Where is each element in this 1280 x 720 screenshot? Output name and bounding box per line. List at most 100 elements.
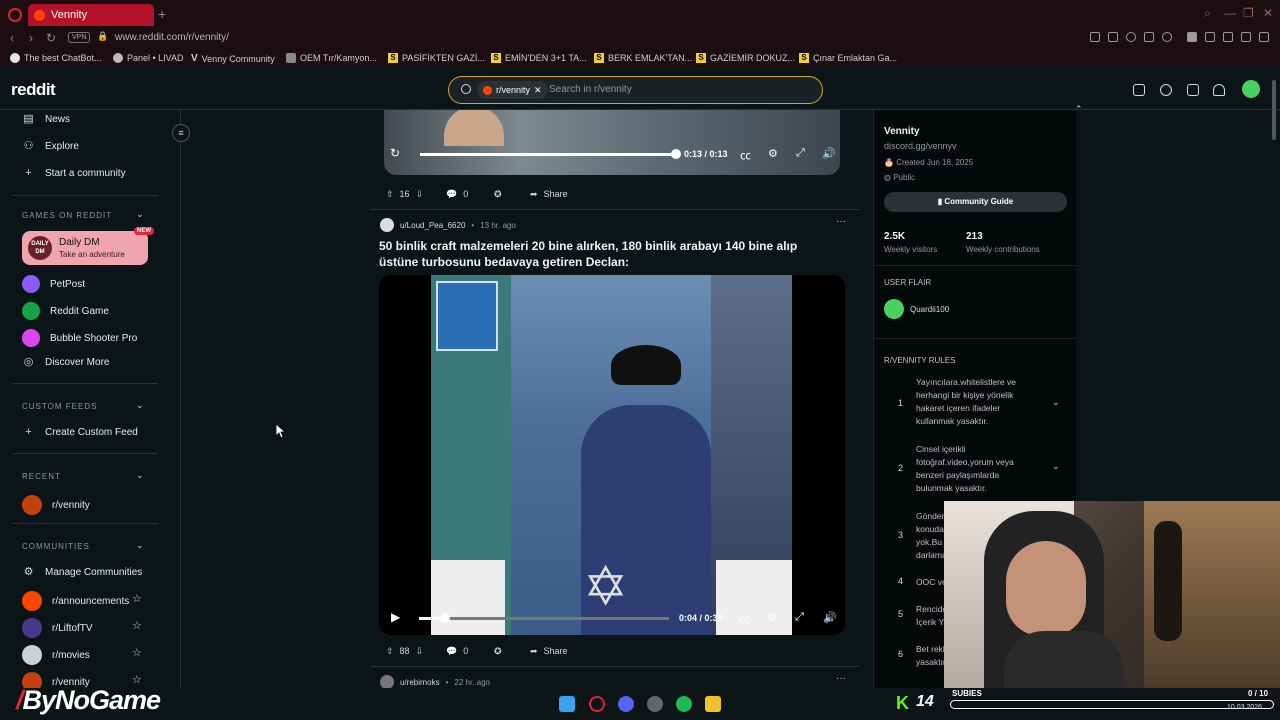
search-tabs-icon[interactable]: ⌕ [1204, 6, 1211, 21]
share-button[interactable]: ➦ Share [524, 641, 574, 661]
replay-icon[interactable]: ↻ [390, 146, 400, 160]
bookmark-item[interactable]: S EMİN'DEN 3+1 TA... [491, 53, 587, 63]
play-icon[interactable]: ▶ [391, 610, 400, 624]
fullscreen-icon[interactable]: ⤢ [796, 147, 805, 160]
share-icon[interactable] [1223, 32, 1233, 42]
chevron-down-icon[interactable]: ⌄ [136, 400, 144, 411]
lock-icon[interactable]: 🔒 [97, 31, 108, 42]
advertise-icon[interactable] [1133, 84, 1145, 96]
favorite-star-icon[interactable]: ☆ [132, 646, 142, 659]
nav-news[interactable]: ▤ News [22, 113, 70, 126]
community-movies[interactable]: r/movies [22, 645, 90, 665]
comments-button[interactable]: 💬 0 [440, 184, 474, 204]
game-reddit-game[interactable]: Reddit Game [22, 302, 109, 320]
bookmark-item[interactable]: S PASİFİKTEN GAZİ... [388, 53, 485, 63]
create-post-icon[interactable] [1187, 84, 1199, 96]
heart-icon[interactable] [1162, 32, 1172, 42]
volume-icon[interactable]: 🔊 [823, 611, 837, 624]
post-author[interactable]: u/Loud_Pea_6620 [400, 221, 465, 230]
chevron-down-icon[interactable]: ⌄ [1052, 461, 1060, 472]
award-button[interactable]: ✪ [488, 184, 508, 204]
flair-avatar[interactable] [884, 299, 904, 319]
favorite-star-icon[interactable]: ☆ [132, 592, 142, 605]
community-link[interactable]: discord.gg/vennyv [884, 141, 957, 151]
favorite-star-icon[interactable]: ☆ [132, 619, 142, 632]
collapse-sidebar-icon[interactable]: ≡ [172, 124, 190, 142]
subreddit-chip[interactable]: r/vennity ✕ [477, 81, 548, 99]
games-heading[interactable]: GAMES ON REDDIT [22, 211, 112, 220]
search-input[interactable]: Search in r/vennity [549, 84, 632, 95]
captions-icon[interactable]: ㏄ [740, 147, 751, 163]
post-author[interactable]: u/rebirnoks [400, 678, 440, 687]
daily-dm-game[interactable]: DAILY DM Daily DM Take an adventure NEW [22, 227, 154, 265]
bookmark-item[interactable]: Panel • LIVAD [113, 53, 184, 63]
bookmark-item[interactable]: S Çınar Emlaktan Ga... [799, 53, 897, 63]
page-scrollbar[interactable] [1272, 80, 1276, 140]
opera-logo-icon[interactable] [8, 8, 22, 22]
chat-icon[interactable] [1160, 84, 1172, 96]
obs-icon[interactable] [647, 696, 663, 712]
snapshot-icon[interactable] [1108, 32, 1118, 42]
menu-icon[interactable] [1259, 32, 1269, 42]
settings-icon[interactable]: ⚙ [768, 147, 778, 160]
user-flair-name[interactable]: Quardii100 [910, 305, 949, 314]
settings-icon[interactable]: ⚙ [767, 611, 777, 624]
tab-icon[interactable] [1144, 32, 1154, 42]
remove-chip-icon[interactable]: ✕ [534, 85, 542, 96]
recent-heading[interactable]: RECENT [22, 472, 61, 481]
video-player[interactable]: ↻ 0:13 / 0:13 ㏄ ⚙ ⤢ 🔊 [384, 110, 840, 175]
bookmark-item[interactable]: S BERK EMLAK'TAN... [594, 53, 692, 63]
restore-icon[interactable]: ❐ [1243, 6, 1254, 20]
discover-more[interactable]: ◎ Discover More [22, 356, 110, 369]
bookmark-item[interactable]: V Venny Community [191, 53, 275, 64]
shield-icon[interactable] [1126, 32, 1136, 42]
recent-vennity[interactable]: r/vennity [22, 495, 90, 515]
video-player[interactable]: ✡ ▶ 0:04 / 0:38 ㏄ ⚙ ⤢ 🔊 [379, 275, 845, 635]
custom-feeds-heading[interactable]: CUSTOM FEEDS [22, 402, 97, 411]
notifications-bell-icon[interactable] [1213, 84, 1225, 96]
more-options-icon[interactable]: ··· [836, 673, 846, 684]
captions-icon[interactable]: ㏄ [739, 611, 750, 627]
extensions-icon[interactable] [1205, 32, 1215, 42]
community-liftoftv[interactable]: r/LiftofTV [22, 618, 93, 638]
browser-tab-vennity[interactable]: Vennity [28, 4, 154, 26]
manage-communities[interactable]: ⚙ Manage Communities [22, 566, 143, 579]
windows-start-icon[interactable] [559, 696, 575, 712]
more-options-icon[interactable]: ··· [836, 216, 846, 227]
vote-control[interactable]: ⇧ 88 ⇩ [380, 641, 429, 661]
minimize-icon[interactable]: — [1224, 6, 1236, 20]
seek-bar[interactable] [419, 617, 669, 620]
communities-heading[interactable]: COMMUNITIES [22, 542, 90, 551]
upvote-icon[interactable]: ⇧ [386, 646, 394, 657]
chevron-down-icon[interactable]: ⌄ [136, 540, 144, 551]
search-bar[interactable]: r/vennity ✕ Search in r/vennity [448, 76, 823, 104]
game-bubble-shooter[interactable]: Bubble Shooter Pro [22, 329, 137, 347]
nav-start-community[interactable]: + Start a community [22, 167, 125, 180]
nav-explore[interactable]: ⚇ Explore [22, 140, 79, 153]
opera-taskbar-icon[interactable] [589, 696, 605, 712]
download-icon[interactable] [1241, 32, 1251, 42]
reload-icon[interactable]: ↻ [46, 31, 56, 45]
post-title[interactable]: 50 binlik craft malzemeleri 20 bine alır… [379, 238, 839, 270]
bookmark-item[interactable]: OEM Tır/Kamyon... [286, 53, 377, 63]
forward-icon[interactable]: › [29, 31, 33, 45]
chevron-down-icon[interactable]: ⌄ [136, 470, 144, 481]
bookmark-item[interactable]: S GAZİEMİR DOKUZ... [696, 53, 795, 63]
scroll-up-icon[interactable]: ⌃ [1075, 104, 1083, 115]
user-avatar[interactable] [1242, 80, 1260, 98]
community-guide-button[interactable]: ▮ Community Guide [884, 192, 1067, 212]
extension-bars-icon[interactable] [1187, 32, 1197, 42]
spotify-icon[interactable] [676, 696, 692, 712]
award-button[interactable]: ✪ [488, 641, 508, 661]
chevron-down-icon[interactable]: ⌄ [136, 209, 144, 220]
bookmark-icon[interactable] [1090, 32, 1100, 42]
seek-handle[interactable] [440, 613, 450, 623]
game-petpost[interactable]: PetPost [22, 275, 85, 293]
vpn-badge[interactable]: VPN [68, 32, 91, 43]
new-tab-icon[interactable]: + [158, 6, 166, 22]
url-field[interactable]: www.reddit.com/r/vennity/ [115, 32, 229, 43]
file-explorer-icon[interactable] [705, 696, 721, 712]
bookmark-item[interactable]: The best ChatBot... [10, 53, 102, 63]
vote-control[interactable]: ⇧ 16 ⇩ [380, 184, 429, 204]
seek-handle[interactable] [671, 149, 681, 159]
